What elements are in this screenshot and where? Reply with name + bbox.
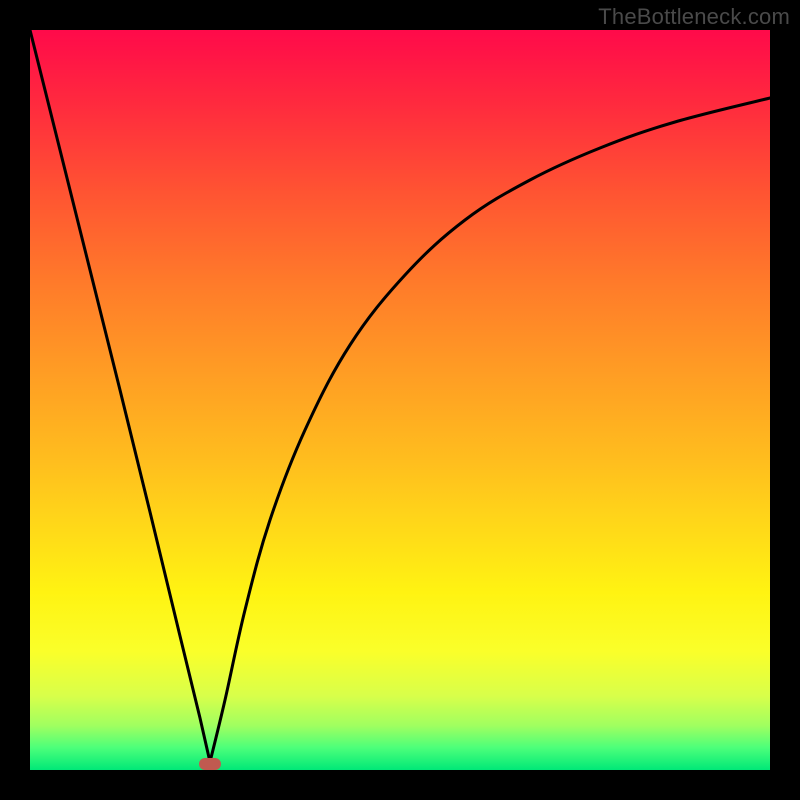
curve-left-descent — [30, 30, 210, 762]
bottleneck-curve — [30, 30, 770, 770]
curve-right-ascent — [210, 98, 770, 762]
watermark-text: TheBottleneck.com — [598, 4, 790, 30]
chart-frame — [30, 30, 770, 770]
minimum-marker — [199, 758, 221, 770]
